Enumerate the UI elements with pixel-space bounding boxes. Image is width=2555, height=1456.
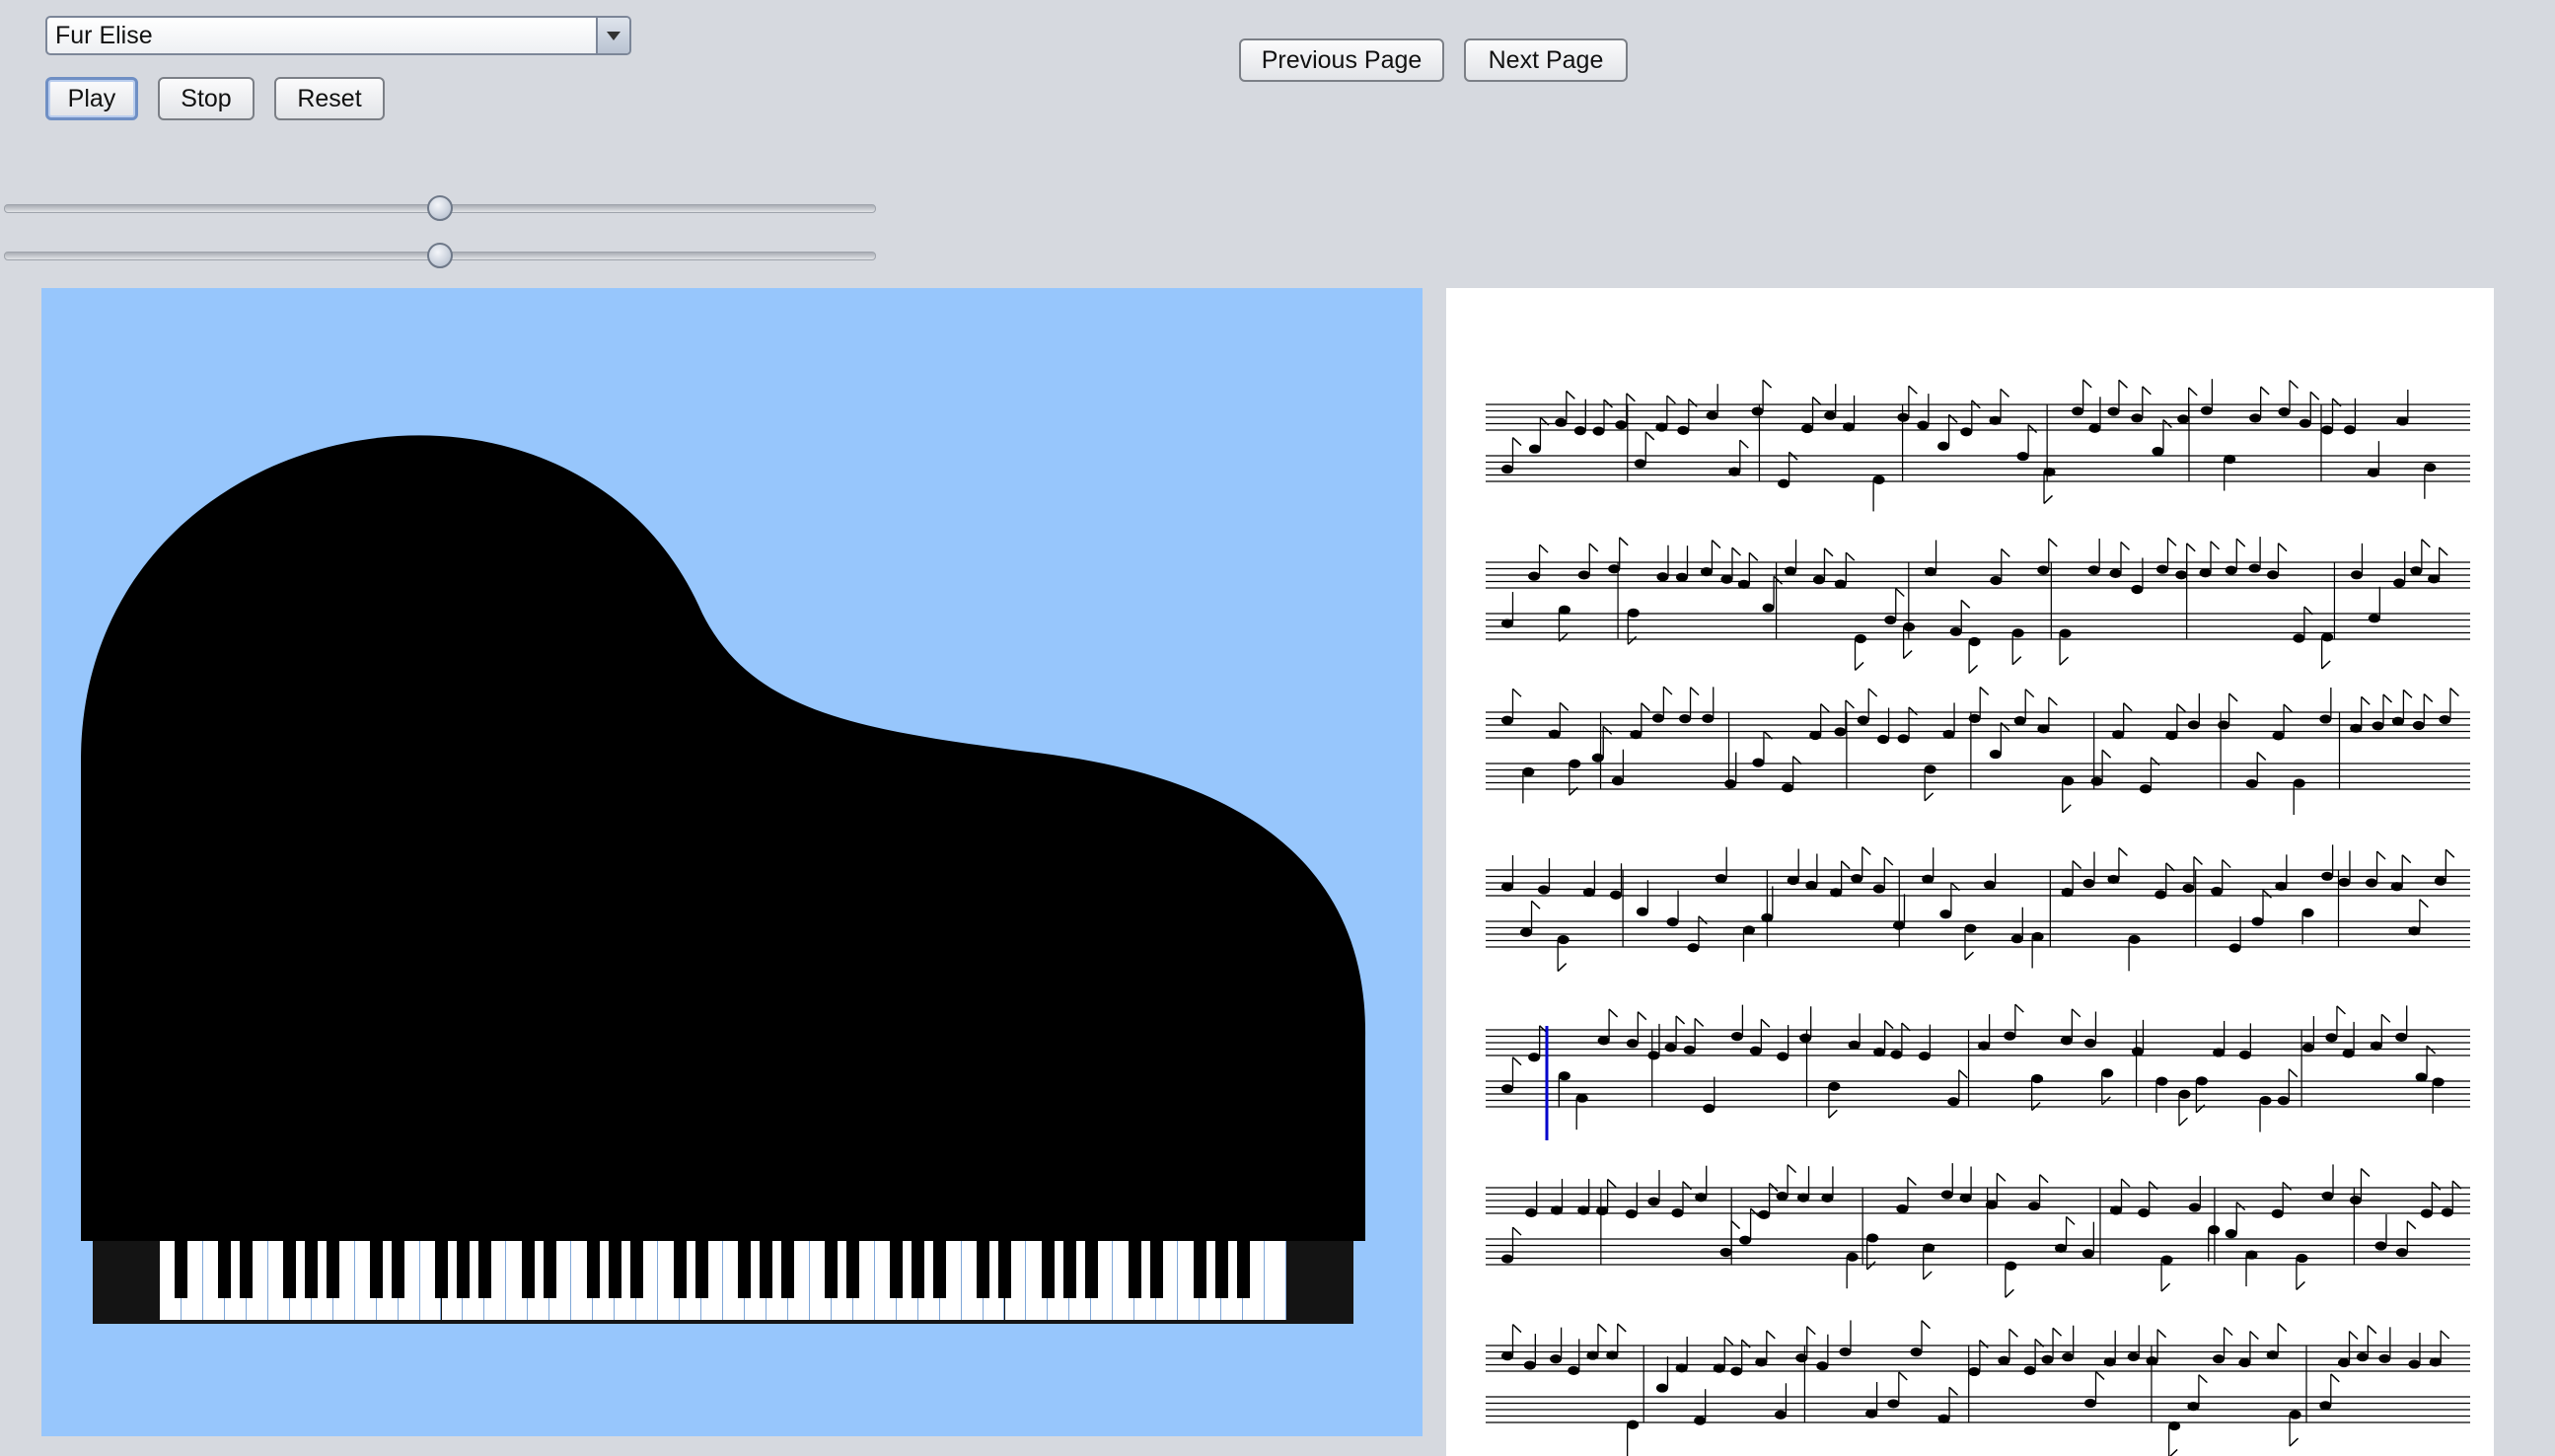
black-key[interactable] [1236,1241,1250,1298]
slider-thumb[interactable] [427,243,453,268]
black-key[interactable] [977,1241,990,1298]
black-key[interactable] [240,1241,254,1298]
song-select-value: Fur Elise [55,22,153,49]
black-key[interactable] [781,1241,795,1298]
black-key[interactable] [435,1241,448,1298]
slider-thumb[interactable] [427,195,453,221]
black-key[interactable] [370,1241,384,1298]
black-key[interactable] [1214,1241,1228,1298]
piano-panel [41,288,1423,1436]
black-key[interactable] [825,1241,839,1298]
black-key[interactable] [998,1241,1011,1298]
tempo-slider[interactable] [4,193,876,223]
black-key[interactable] [673,1241,687,1298]
black-key[interactable] [1084,1241,1098,1298]
black-key[interactable] [392,1241,405,1298]
sheet-music [1486,379,2470,1456]
black-key[interactable] [1128,1241,1141,1298]
black-key[interactable] [846,1241,860,1298]
reset-button[interactable]: Reset [274,77,385,120]
black-key[interactable] [608,1241,621,1298]
black-key[interactable] [327,1241,340,1298]
black-key[interactable] [543,1241,556,1298]
black-key[interactable] [586,1241,600,1298]
black-key[interactable] [912,1241,925,1298]
stop-button[interactable]: Stop [158,77,255,120]
white-key[interactable] [1265,1241,1286,1320]
volume-slider[interactable] [4,241,876,270]
black-key[interactable] [477,1241,491,1298]
black-key[interactable] [1193,1241,1206,1298]
piano-keyboard [93,1241,1353,1324]
black-key[interactable] [629,1241,643,1298]
black-key[interactable] [456,1241,470,1298]
black-key[interactable] [175,1241,188,1298]
black-key[interactable] [738,1241,752,1298]
play-button[interactable]: Play [45,77,138,120]
next-page-button[interactable]: Next Page [1464,38,1628,82]
piano-keys[interactable] [160,1241,1286,1320]
chevron-down-icon[interactable] [596,18,629,53]
black-key[interactable] [218,1241,232,1298]
black-key[interactable] [521,1241,535,1298]
black-key[interactable] [1041,1241,1055,1298]
previous-page-button[interactable]: Previous Page [1239,38,1444,82]
black-key[interactable] [694,1241,708,1298]
black-key[interactable] [1062,1241,1076,1298]
black-key[interactable] [890,1241,904,1298]
black-key[interactable] [283,1241,297,1298]
song-select[interactable]: Fur Elise [45,16,631,55]
black-key[interactable] [1149,1241,1163,1298]
black-key[interactable] [305,1241,319,1298]
sheet-music-panel [1446,288,2494,1456]
black-key[interactable] [933,1241,947,1298]
black-key[interactable] [760,1241,773,1298]
